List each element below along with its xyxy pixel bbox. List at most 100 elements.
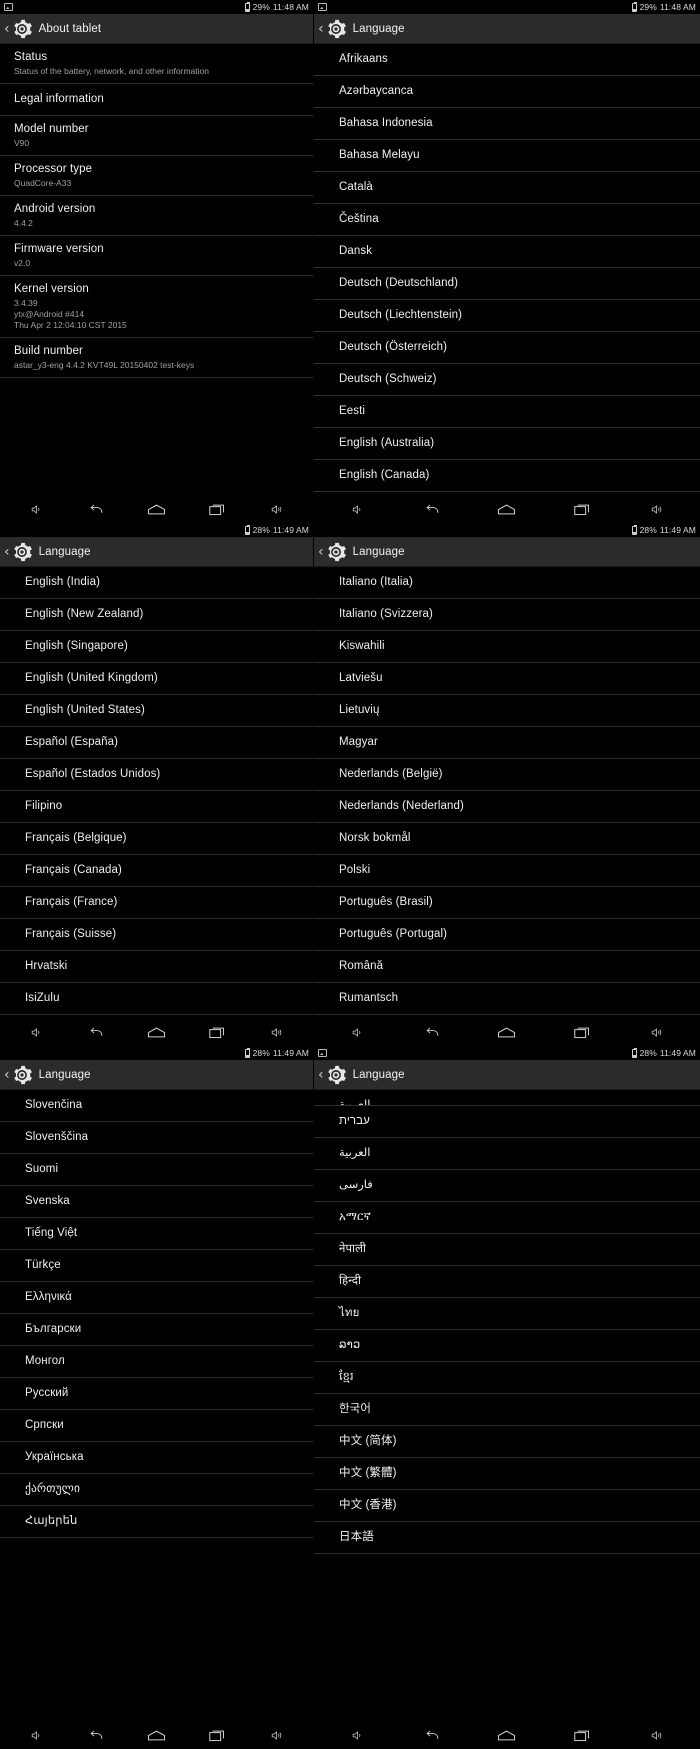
home-button[interactable]: [490, 498, 524, 520]
back-button[interactable]: [415, 1724, 449, 1746]
list-item[interactable]: English (India): [0, 567, 313, 599]
list-item[interactable]: Eesti: [314, 396, 700, 428]
action-bar[interactable]: ‹ Language: [314, 1060, 700, 1090]
list-item[interactable]: Română: [314, 951, 700, 983]
list-item[interactable]: Čeština: [314, 204, 700, 236]
list-item[interactable]: Français (Suisse): [0, 919, 313, 951]
list-item[interactable]: Bahasa Indonesia: [314, 108, 700, 140]
list-item[interactable]: Português (Brasil): [314, 887, 700, 919]
list-item-status[interactable]: Status Status of the battery, network, a…: [0, 44, 313, 84]
list-item[interactable]: עברית: [314, 1106, 700, 1138]
list-item[interactable]: English (Australia): [314, 428, 700, 460]
list-item[interactable]: Slovenščina: [0, 1122, 313, 1154]
list-item[interactable]: Português (Portugal): [314, 919, 700, 951]
list-item[interactable]: English (United Kingdom): [0, 663, 313, 695]
volume-down-button[interactable]: [340, 498, 374, 520]
list-item-model-number[interactable]: Model number V90: [0, 116, 313, 156]
list-item[interactable]: Русский: [0, 1378, 313, 1410]
list-item[interactable]: 日本語: [314, 1522, 700, 1554]
list-item[interactable]: አማርኛ: [314, 1202, 700, 1234]
volume-up-button[interactable]: [640, 1724, 674, 1746]
list-item[interactable]: English (United States): [0, 695, 313, 727]
volume-up-button[interactable]: [260, 1724, 294, 1746]
recents-button[interactable]: [565, 1021, 599, 1043]
back-caret-icon[interactable]: ‹: [318, 1068, 324, 1082]
list-item[interactable]: Magyar: [314, 727, 700, 759]
list-item[interactable]: Tiếng Việt: [0, 1218, 313, 1250]
list-item[interactable]: IsiZulu: [0, 983, 313, 1015]
list-item[interactable]: Bahasa Melayu: [314, 140, 700, 172]
list-item[interactable]: Latviešu: [314, 663, 700, 695]
list-item[interactable]: Español (España): [0, 727, 313, 759]
volume-down-button[interactable]: [19, 498, 53, 520]
list-item[interactable]: Български: [0, 1314, 313, 1346]
volume-down-button[interactable]: [340, 1021, 374, 1043]
list-item[interactable]: Հայերեն: [0, 1506, 313, 1538]
list-item[interactable]: Deutsch (Österreich): [314, 332, 700, 364]
list-item-processor-type[interactable]: Processor type QuadCore-A33: [0, 156, 313, 196]
list-item-firmware-version[interactable]: Firmware version v2.0: [0, 236, 313, 276]
list-item[interactable]: Монгол: [0, 1346, 313, 1378]
volume-up-button[interactable]: [260, 498, 294, 520]
list-item[interactable]: Italiano (Svizzera): [314, 599, 700, 631]
recents-button[interactable]: [200, 1724, 234, 1746]
action-bar[interactable]: ‹ Language: [314, 537, 700, 567]
list-item[interactable]: English (Singapore): [0, 631, 313, 663]
list-item[interactable]: Suomi: [0, 1154, 313, 1186]
action-bar[interactable]: ‹ Language: [0, 1060, 313, 1090]
back-button[interactable]: [79, 1021, 113, 1043]
action-bar[interactable]: ‹ About tablet: [0, 14, 313, 44]
list-item[interactable]: Türkçe: [0, 1250, 313, 1282]
list-item[interactable]: Azərbaycanca: [314, 76, 700, 108]
volume-down-button[interactable]: [19, 1021, 53, 1043]
list-item[interactable]: 中文 (香港): [314, 1490, 700, 1522]
list-item[interactable]: English (New Zealand): [0, 599, 313, 631]
list-item[interactable]: Deutsch (Schweiz): [314, 364, 700, 396]
list-item[interactable]: Nederlands (Nederland): [314, 791, 700, 823]
list-item[interactable]: فارسی: [314, 1170, 700, 1202]
volume-down-button[interactable]: [19, 1724, 53, 1746]
list-item[interactable]: Polski: [314, 855, 700, 887]
list-item[interactable]: Hrvatski: [0, 951, 313, 983]
recents-button[interactable]: [200, 498, 234, 520]
list-item[interactable]: Norsk bokmål: [314, 823, 700, 855]
back-caret-icon[interactable]: ‹: [4, 1068, 10, 1082]
list-item[interactable]: नेपाली: [314, 1234, 700, 1266]
home-button[interactable]: [139, 1021, 173, 1043]
list-item[interactable]: 한국어: [314, 1394, 700, 1426]
list-item[interactable]: العربية: [314, 1138, 700, 1170]
back-button[interactable]: [415, 498, 449, 520]
list-item[interactable]: Italiano (Italia): [314, 567, 700, 599]
list-item[interactable]: Nederlands (België): [314, 759, 700, 791]
list-item[interactable]: Français (France): [0, 887, 313, 919]
back-caret-icon[interactable]: ‹: [318, 545, 324, 559]
list-item[interactable]: Français (Canada): [0, 855, 313, 887]
home-button[interactable]: [139, 498, 173, 520]
list-item[interactable]: Ελληνικά: [0, 1282, 313, 1314]
back-caret-icon[interactable]: ‹: [4, 22, 10, 36]
recents-button[interactable]: [200, 1021, 234, 1043]
list-item[interactable]: ខ្មែរ: [314, 1362, 700, 1394]
list-item[interactable]: Español (Estados Unidos): [0, 759, 313, 791]
list-item[interactable]: English (Canada): [314, 460, 700, 492]
list-item[interactable]: Français (Belgique): [0, 823, 313, 855]
back-button[interactable]: [79, 498, 113, 520]
back-caret-icon[interactable]: ‹: [318, 22, 324, 36]
recents-button[interactable]: [565, 498, 599, 520]
list-item[interactable]: Српски: [0, 1410, 313, 1442]
list-item[interactable]: 中文 (繁體): [314, 1458, 700, 1490]
list-item[interactable]: ไทย: [314, 1298, 700, 1330]
list-item[interactable]: ລາວ: [314, 1330, 700, 1362]
back-button[interactable]: [79, 1724, 113, 1746]
list-item-partially-scrolled[interactable]: العربية: [314, 1090, 700, 1106]
volume-up-button[interactable]: [260, 1021, 294, 1043]
list-item[interactable]: Lietuvių: [314, 695, 700, 727]
volume-up-button[interactable]: [640, 1021, 674, 1043]
list-item[interactable]: Afrikaans: [314, 44, 700, 76]
list-item[interactable]: Deutsch (Liechtenstein): [314, 300, 700, 332]
list-item[interactable]: Dansk: [314, 236, 700, 268]
list-item-android-version[interactable]: Android version 4.4.2: [0, 196, 313, 236]
list-item-kernel-version[interactable]: Kernel version 3.4.39 ytx@Android #414 T…: [0, 276, 313, 338]
recents-button[interactable]: [565, 1724, 599, 1746]
list-item[interactable]: Українська: [0, 1442, 313, 1474]
